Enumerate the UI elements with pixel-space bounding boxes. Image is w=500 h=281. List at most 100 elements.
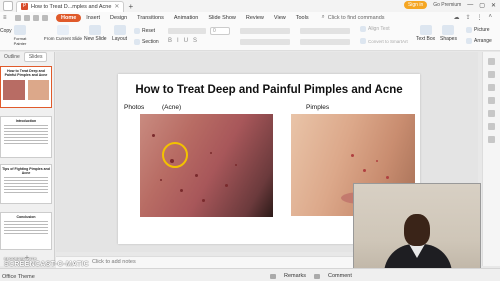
new-slide-label: New Slide [84, 36, 107, 42]
thumbnail-acne-image [3, 80, 25, 100]
tab-animation[interactable]: Animation [169, 14, 203, 22]
acne-label[interactable]: (Acne) [162, 104, 181, 111]
arrange-icon [466, 38, 472, 44]
cursor-highlight-ring [162, 142, 188, 168]
close-window-icon[interactable]: ✕ [491, 2, 496, 9]
document-tab[interactable]: P How to Treat D...mples and Acne ✕ [16, 0, 125, 12]
collapse-ribbon-icon[interactable]: ˄ [488, 14, 492, 21]
ribbon-tab-bar: ≡ Home Insert Design Transitions Animati… [0, 12, 500, 23]
reset-label: Reset [142, 28, 156, 34]
new-slide-button[interactable]: New Slide [84, 25, 107, 42]
tab-home[interactable]: Home [56, 13, 82, 22]
tab-outline[interactable]: Outline [0, 53, 24, 61]
layout-icon [113, 25, 126, 35]
text-box-button[interactable]: Text Box [416, 25, 435, 42]
find-commands-search[interactable]: ⌕ Click to find commands [322, 14, 385, 21]
slide-thumbnail-2[interactable]: Introduction [0, 116, 52, 158]
more-icon[interactable]: ⋮ [476, 14, 482, 21]
tab-slides[interactable]: Slides [23, 51, 48, 62]
screencast-watermark: RECORDED WITH SCREENCAST-O-MATIC [4, 257, 89, 268]
sign-in-button[interactable]: Sign in [403, 1, 428, 9]
transition-icon[interactable] [488, 97, 495, 104]
slide-title[interactable]: How to Treat Deep and Painful Pimples an… [118, 84, 420, 96]
slide-thumbnail-3[interactable]: Tips of Fighting Pimples and Acne [0, 164, 52, 204]
new-tab-icon[interactable]: + [128, 2, 133, 11]
reset-button[interactable]: Reset [134, 28, 155, 34]
format-buttons: B I U S [168, 38, 197, 44]
tab-insert[interactable]: Insert [81, 14, 105, 22]
ribbon-toolbar: Copy Format Painter From Current Slide N… [0, 23, 500, 51]
italic-icon[interactable]: I [177, 38, 179, 44]
comment-button[interactable]: Comment [328, 273, 352, 279]
underline-icon[interactable]: U [184, 38, 188, 44]
tab-transitions[interactable]: Transitions [132, 14, 169, 22]
minimize-icon[interactable]: — [467, 2, 473, 8]
remarks-icon [270, 273, 276, 279]
animation-icon[interactable] [488, 84, 495, 91]
share-sidebar-icon[interactable] [488, 136, 495, 143]
style-icon[interactable] [488, 71, 495, 78]
bold-icon[interactable]: B [168, 38, 172, 44]
acne-photo[interactable] [140, 114, 273, 217]
font-name-box[interactable] [168, 28, 206, 34]
section-label: Section [142, 39, 159, 45]
save-icon[interactable] [15, 14, 21, 21]
convert-smartart-label: Convert to SmartArt [368, 38, 408, 44]
tab-design[interactable]: Design [105, 14, 132, 22]
tab-slide-show[interactable]: Slide Show [203, 14, 241, 22]
watermark-main: SCREENCAST-O-MATIC [4, 261, 89, 268]
arrange-label: Arrange [474, 38, 492, 44]
backup-icon[interactable] [488, 110, 495, 117]
align-text-button[interactable]: Align Text [360, 26, 390, 32]
section-button[interactable]: Section [134, 39, 159, 45]
home-icon[interactable] [3, 1, 13, 11]
paragraph-controls [300, 28, 350, 34]
tab-review[interactable]: Review [241, 14, 269, 22]
undo-icon[interactable] [33, 14, 39, 21]
format-painter-button[interactable]: Format Painter [10, 25, 30, 46]
font-size-value: 0 [213, 28, 216, 34]
presentation-logo-icon: P [21, 3, 28, 10]
tab-view[interactable]: View [269, 14, 291, 22]
tab-tools[interactable]: Tools [291, 14, 314, 22]
notes-area[interactable]: Click to add notes [56, 256, 353, 268]
shapes-icon [442, 25, 455, 35]
property-icon[interactable] [488, 58, 495, 65]
redo-icon[interactable] [42, 14, 48, 21]
picture-label: Picture [474, 27, 490, 33]
font-color-controls [240, 39, 290, 45]
reset-icon [134, 28, 140, 34]
quick-access-toolbar [15, 14, 48, 21]
slide-thumbnail-4[interactable]: Conclusion [0, 212, 52, 250]
align-text-label: Align Text [368, 26, 390, 32]
thumbnail-title: How to Treat Deep and Painful Pimples an… [4, 69, 48, 77]
layout-button[interactable]: Layout [112, 25, 127, 42]
cloud-icon[interactable]: ☁ [453, 14, 459, 21]
convert-smartart-button[interactable]: Convert to SmartArt [360, 38, 408, 44]
close-tab-icon[interactable]: ✕ [114, 3, 119, 10]
thumbnail-title: Introduction [15, 119, 37, 123]
pimples-label[interactable]: Pimples [306, 104, 329, 111]
arrange-button[interactable]: Arrange [466, 38, 492, 44]
format-painter-label: Format Painter [13, 36, 27, 46]
from-current-slide-label: From Current Slide [44, 36, 83, 41]
strikethrough-icon[interactable]: S [193, 38, 197, 44]
shapes-button[interactable]: Shapes [440, 25, 457, 42]
menu-icon[interactable]: ≡ [3, 15, 15, 21]
share-icon[interactable]: ⇪ [465, 14, 470, 21]
play-icon [57, 25, 69, 35]
new-slide-icon [89, 25, 102, 35]
picture-button[interactable]: Picture [466, 27, 490, 33]
comment-icon [314, 273, 321, 279]
thumbnail-title: Tips of Fighting Pimples and Acne [2, 167, 50, 175]
history-icon[interactable] [488, 123, 495, 130]
play-button[interactable]: From Current Slide [44, 25, 82, 41]
photos-label[interactable]: Photos [124, 104, 144, 111]
go-premium-link[interactable]: Go Premium [433, 2, 461, 8]
slide-thumbnail-1[interactable]: How to Treat Deep and Painful Pimples an… [0, 66, 52, 108]
font-size-box[interactable]: 0 [210, 27, 230, 35]
remarks-button[interactable]: Remarks [284, 273, 306, 279]
maximize-icon[interactable]: ▢ [479, 2, 485, 9]
print-icon[interactable] [24, 14, 30, 21]
alignment-controls [300, 39, 350, 45]
